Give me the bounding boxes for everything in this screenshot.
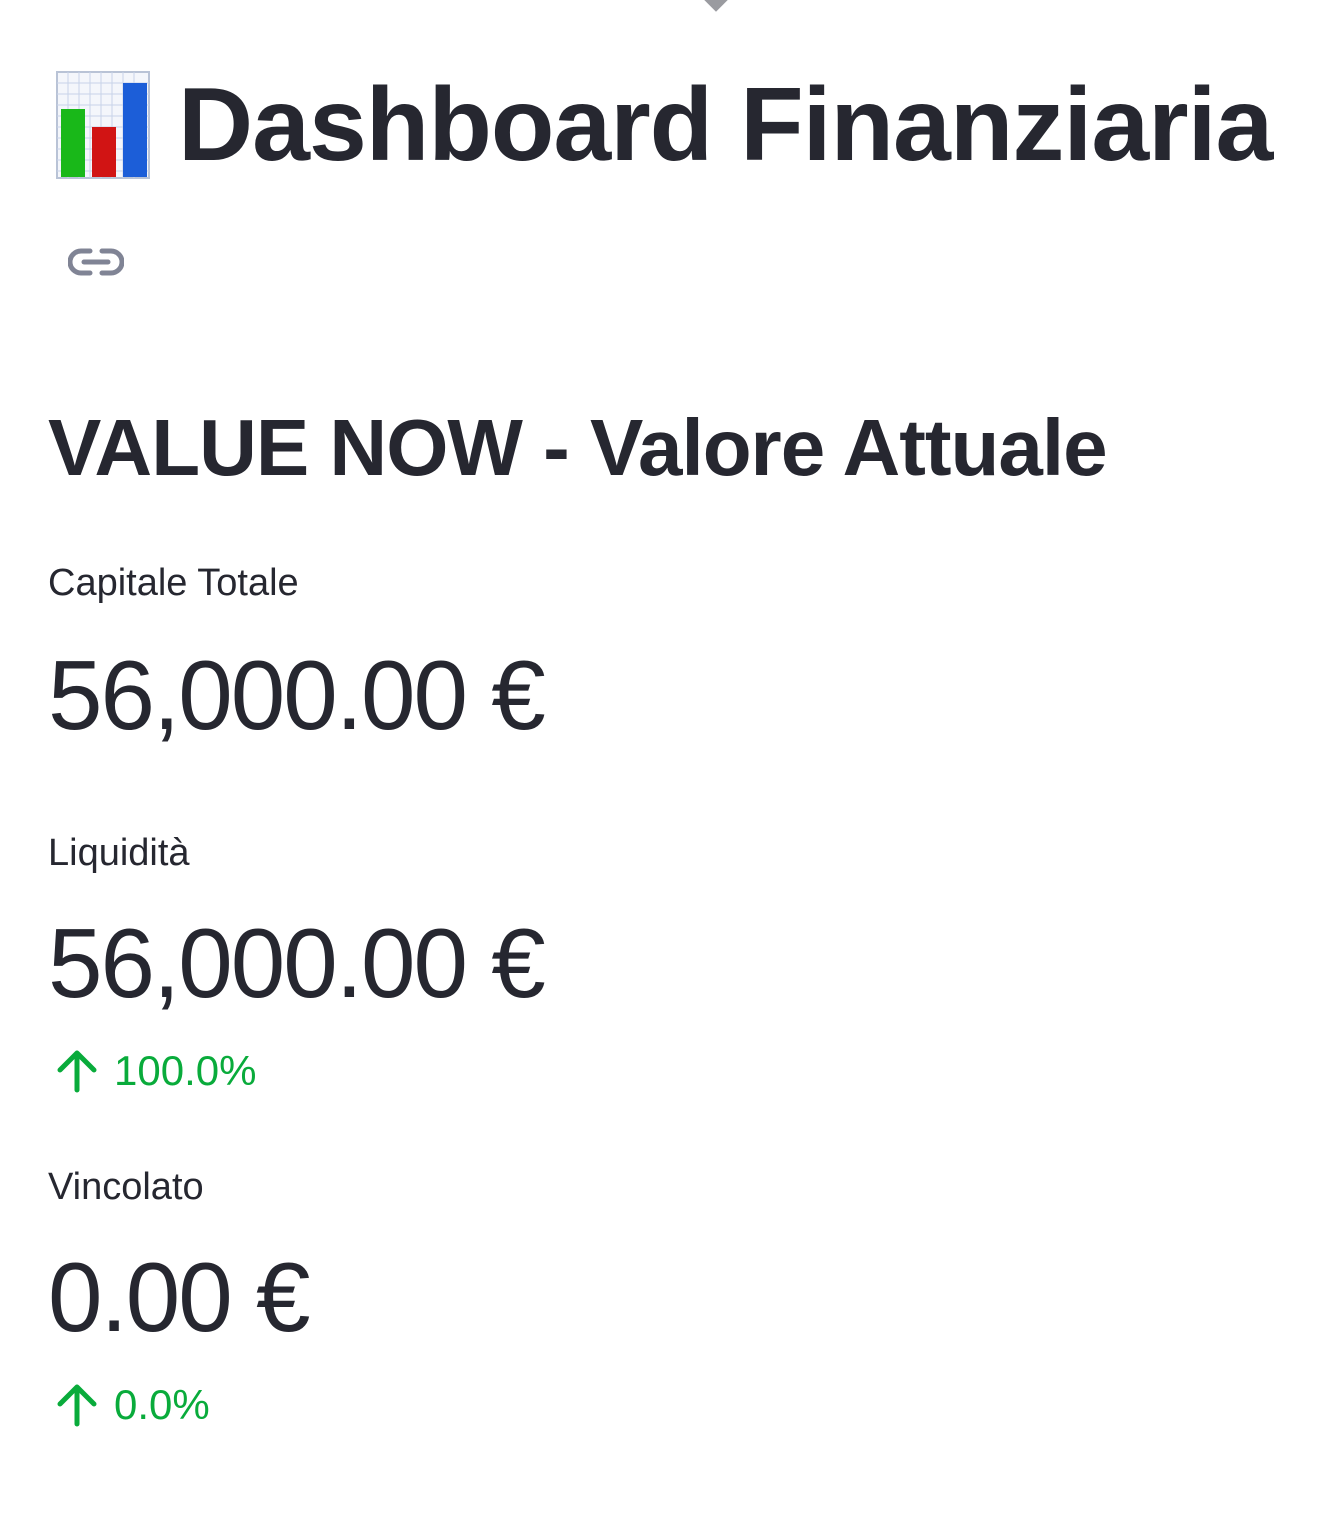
metric-label-capitale-totale: Capitale Totale	[48, 562, 299, 604]
header-anchor-link[interactable]	[67, 244, 125, 280]
metric-delta-value: 100.0%	[114, 1047, 257, 1094]
metric-label-vincolato: Vincolato	[48, 1166, 204, 1208]
metric-value-liquidita: 56,000.00 €	[48, 908, 546, 1018]
arrow-up-icon	[57, 1050, 97, 1093]
metric-value-vincolato: 0.00 €	[48, 1242, 310, 1352]
section-heading: VALUE NOW - Valore Attuale	[48, 403, 1108, 492]
bar-chart-icon	[56, 71, 150, 179]
metric-value-capitale-totale: 56,000.00 €	[48, 640, 546, 750]
page-header: Dashboard Finanziaria	[56, 60, 1273, 190]
arrow-up-icon	[57, 1384, 97, 1427]
metric-delta-value: 0.0%	[114, 1381, 210, 1428]
page-title: Dashboard Finanziaria	[178, 67, 1273, 183]
metric-delta-liquidita: 100.0%	[54, 1048, 256, 1094]
metric-delta-vincolato: 0.0%	[54, 1382, 210, 1428]
link-icon	[67, 248, 125, 276]
metric-label-liquidita: Liquidità	[48, 832, 190, 874]
scroll-caret-indicator	[703, 0, 729, 12]
